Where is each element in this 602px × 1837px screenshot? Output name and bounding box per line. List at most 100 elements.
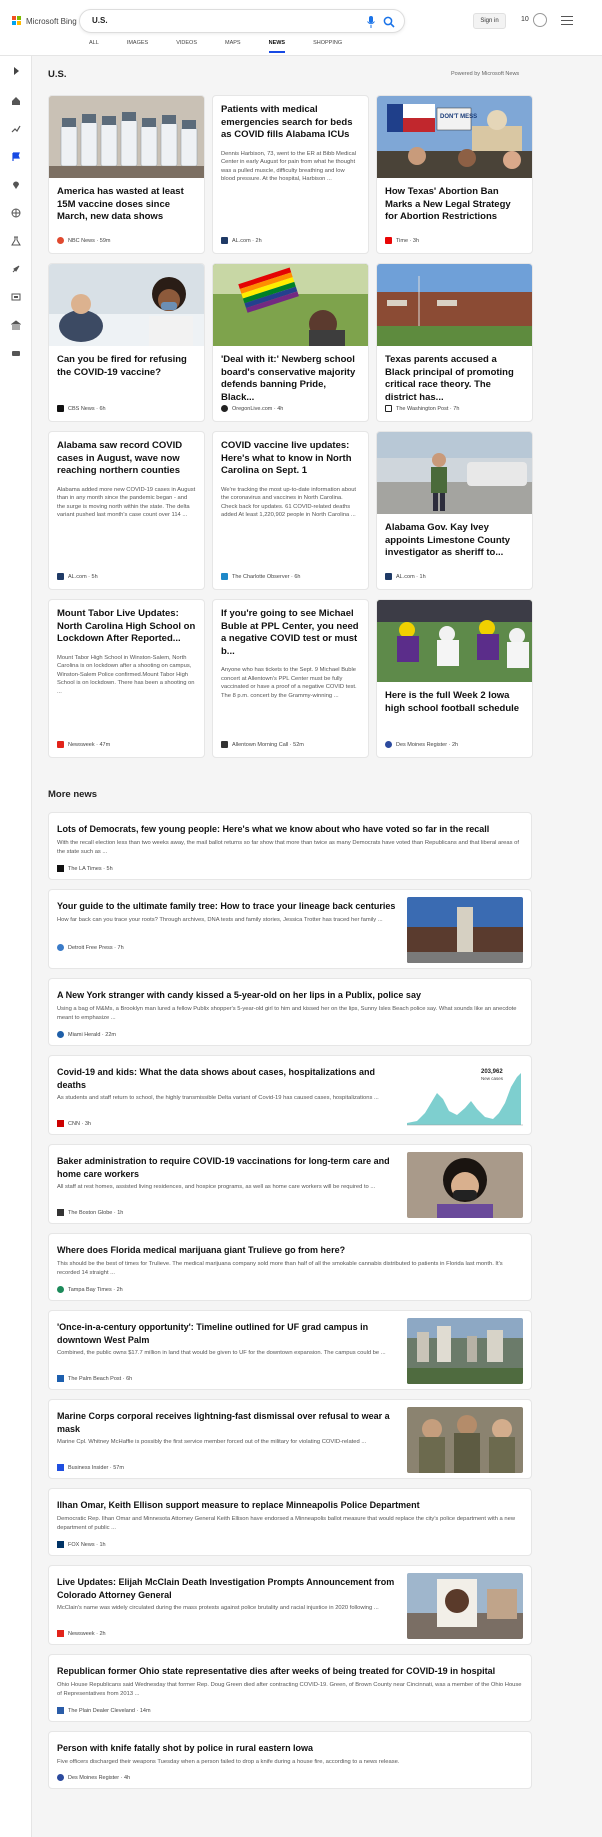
news-row[interactable]: Your guide to the ultimate family tree: …: [48, 889, 532, 969]
news-row[interactable]: Live Updates: Elijah McClain Death Inves…: [48, 1565, 532, 1645]
card-source[interactable]: Allentown Morning Call · 52m: [221, 741, 304, 748]
card-title[interactable]: Can you be fired for refusing the COVID-…: [49, 346, 204, 379]
news-card[interactable]: Alabama Gov. Kay Ivey appoints Limestone…: [376, 431, 533, 590]
world-icon[interactable]: [11, 208, 21, 218]
card-source[interactable]: OregonLive.com · 4h: [221, 405, 283, 412]
news-card[interactable]: Patients with medical emergencies search…: [212, 95, 369, 254]
row-source[interactable]: The Plain Dealer Cleveland · 14m: [57, 1707, 151, 1714]
news-card[interactable]: 'Deal with it:' Newberg school board's c…: [212, 263, 369, 422]
row-source[interactable]: Newsweek · 2h: [57, 1630, 106, 1637]
home-icon[interactable]: [11, 96, 21, 106]
microphone-icon[interactable]: [366, 16, 376, 28]
search-box[interactable]: U.S.: [79, 9, 405, 33]
rewards-medal-icon[interactable]: [533, 13, 547, 27]
card-title[interactable]: Alabama Gov. Kay Ivey appoints Limestone…: [377, 514, 532, 560]
expand-rail-icon[interactable]: [11, 66, 21, 76]
news-row[interactable]: 'Once-in-a-century opportunity': Timelin…: [48, 1310, 532, 1390]
row-title[interactable]: Baker administration to require COVID-19…: [57, 1155, 397, 1180]
row-source[interactable]: Miami Herald · 22m: [57, 1031, 116, 1038]
row-source[interactable]: The LA Times · 5h: [57, 865, 113, 872]
news-row[interactable]: Where does Florida medical marijuana gia…: [48, 1233, 532, 1301]
card-title[interactable]: Alabama saw record COVID cases in August…: [49, 432, 204, 478]
row-title[interactable]: Marine Corps corporal receives lightning…: [57, 1410, 397, 1435]
row-source[interactable]: Detroit Free Press · 7h: [57, 944, 124, 951]
tab-news[interactable]: NEWS: [268, 40, 286, 53]
news-row[interactable]: Marine Corps corporal receives lightning…: [48, 1399, 532, 1479]
money-icon[interactable]: [11, 348, 21, 358]
row-title[interactable]: Person with knife fatally shot by police…: [57, 1742, 523, 1755]
news-card[interactable]: Mount Tabor Live Updates: North Carolina…: [48, 599, 205, 758]
source-age: 57m: [113, 1464, 124, 1471]
tab-shopping[interactable]: SHOPPING: [313, 40, 342, 53]
card-source[interactable]: Time · 3h: [385, 237, 419, 244]
row-source[interactable]: Tampa Bay Times · 2h: [57, 1286, 123, 1293]
card-title[interactable]: How Texas' Abortion Ban Marks a New Lega…: [377, 178, 532, 224]
card-title[interactable]: Patients with medical emergencies search…: [213, 96, 368, 142]
entertainment-icon[interactable]: [11, 292, 21, 302]
card-source[interactable]: AL.com · 5h: [57, 573, 98, 580]
search-icon[interactable]: [383, 16, 395, 28]
card-source[interactable]: The Washington Post · 7h: [385, 405, 459, 412]
news-row[interactable]: A New York stranger with candy kissed a …: [48, 978, 532, 1046]
card-source[interactable]: CBS News · 6h: [57, 405, 106, 412]
card-title[interactable]: Mount Tabor Live Updates: North Carolina…: [49, 600, 204, 646]
row-title[interactable]: Covid-19 and kids: What the data shows a…: [57, 1066, 397, 1091]
tab-all[interactable]: ALL: [89, 40, 99, 53]
card-title[interactable]: 'Deal with it:' Newberg school board's c…: [213, 346, 368, 404]
news-card[interactable]: If you're going to see Michael Buble at …: [212, 599, 369, 758]
news-card[interactable]: Alabama saw record COVID cases in August…: [48, 431, 205, 590]
us-flag-icon[interactable]: [11, 152, 21, 162]
card-source[interactable]: NBC News · 59m: [57, 237, 111, 244]
news-row[interactable]: Baker administration to require COVID-19…: [48, 1144, 532, 1224]
news-row[interactable]: Republican former Ohio state representat…: [48, 1654, 532, 1722]
location-icon[interactable]: [11, 180, 21, 190]
tab-images[interactable]: IMAGES: [127, 40, 148, 53]
row-title[interactable]: Lots of Democrats, few young people: Her…: [57, 823, 523, 836]
row-title[interactable]: A New York stranger with candy kissed a …: [57, 989, 523, 1002]
row-source[interactable]: The Palm Beach Post · 6h: [57, 1375, 132, 1382]
card-title[interactable]: Texas parents accused a Black principal …: [377, 346, 532, 404]
sign-in-button[interactable]: Sign in: [473, 13, 506, 29]
card-source[interactable]: Des Moines Register · 2h: [385, 741, 458, 748]
row-source[interactable]: CNN · 3h: [57, 1120, 91, 1127]
card-title[interactable]: America has wasted at least 15M vaccine …: [49, 178, 204, 224]
card-source[interactable]: The Charlotte Observer · 6h: [221, 573, 300, 580]
news-card[interactable]: Here is the full Week 2 Iowa high school…: [376, 599, 533, 758]
news-row[interactable]: Ilhan Omar, Keith Ellison support measur…: [48, 1488, 532, 1556]
menu-icon[interactable]: [561, 16, 573, 26]
card-title[interactable]: Here is the full Week 2 Iowa high school…: [377, 682, 532, 715]
row-title[interactable]: Your guide to the ultimate family tree: …: [57, 900, 397, 913]
card-source[interactable]: AL.com · 2h: [221, 237, 262, 244]
row-source[interactable]: Business Insider · 57m: [57, 1464, 124, 1471]
row-source[interactable]: FOX News · 1h: [57, 1541, 106, 1548]
row-title[interactable]: Live Updates: Elijah McClain Death Inves…: [57, 1576, 397, 1601]
card-source[interactable]: AL.com · 1h: [385, 573, 426, 580]
row-title[interactable]: Republican former Ohio state representat…: [57, 1665, 523, 1678]
news-card[interactable]: Texas parents accused a Black principal …: [376, 263, 533, 422]
news-card[interactable]: Can you be fired for refusing the COVID-…: [48, 263, 205, 422]
source-name: Allentown Morning Call: [232, 741, 289, 748]
news-row[interactable]: Lots of Democrats, few young people: Her…: [48, 812, 532, 880]
politics-icon[interactable]: [11, 320, 21, 330]
card-source[interactable]: Newsweek · 47m: [57, 741, 110, 748]
news-card[interactable]: America has wasted at least 15M vaccine …: [48, 95, 205, 254]
search-input[interactable]: U.S.: [92, 16, 332, 25]
row-title[interactable]: 'Once-in-a-century opportunity': Timelin…: [57, 1321, 397, 1346]
news-card[interactable]: DON'T MESS How Texas' Abortion Ban Marks…: [376, 95, 533, 254]
row-source[interactable]: Des Moines Register · 4h: [57, 1774, 130, 1781]
tab-maps[interactable]: MAPS: [225, 40, 241, 53]
science-icon[interactable]: [11, 236, 21, 246]
row-source[interactable]: The Boston Globe · 1h: [57, 1209, 123, 1216]
news-row[interactable]: Covid-19 and kids: What the data shows a…: [48, 1055, 532, 1135]
card-title[interactable]: COVID vaccine live updates: Here's what …: [213, 432, 368, 478]
card-title[interactable]: If you're going to see Michael Buble at …: [213, 600, 368, 658]
powered-by[interactable]: Powered by Microsoft News: [451, 71, 519, 77]
bing-logo[interactable]: Microsoft Bing: [12, 16, 77, 26]
rocket-icon[interactable]: [11, 264, 21, 274]
trending-icon[interactable]: [11, 124, 21, 134]
news-card[interactable]: COVID vaccine live updates: Here's what …: [212, 431, 369, 590]
row-title[interactable]: Ilhan Omar, Keith Ellison support measur…: [57, 1499, 523, 1512]
row-title[interactable]: Where does Florida medical marijuana gia…: [57, 1244, 523, 1257]
news-row[interactable]: Person with knife fatally shot by police…: [48, 1731, 532, 1789]
tab-videos[interactable]: VIDEOS: [176, 40, 197, 53]
